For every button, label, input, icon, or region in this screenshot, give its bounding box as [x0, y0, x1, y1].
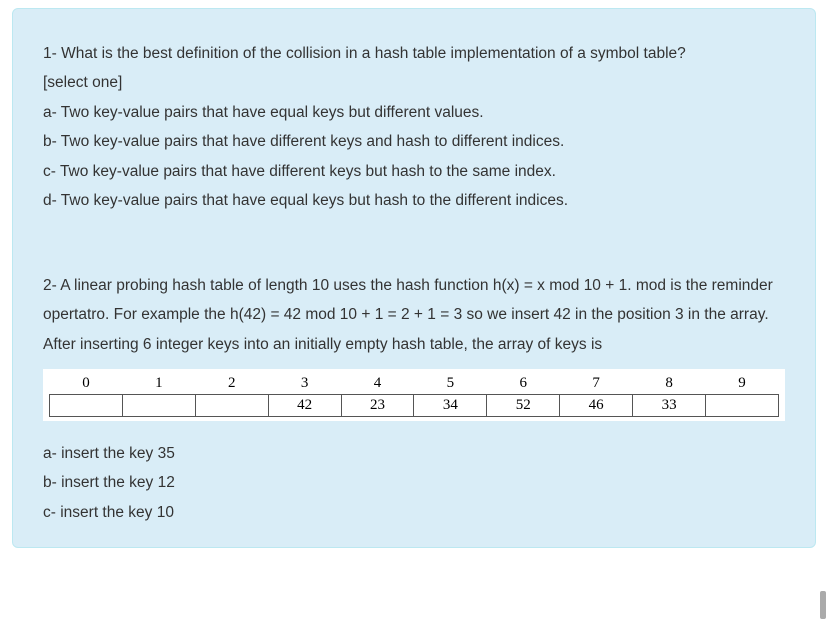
- table-value-cell: 23: [341, 394, 414, 416]
- question-1: 1- What is the best definition of the co…: [43, 39, 785, 216]
- table-value-cell: [122, 394, 195, 416]
- table-header-cell: 4: [341, 373, 414, 395]
- q2-subprompt: After inserting 6 integer keys into an i…: [43, 330, 785, 359]
- q1-instruction: [select one]: [43, 68, 785, 97]
- q1-option-a: a- Two key-value pairs that have equal k…: [43, 98, 785, 127]
- q1-option-d: d- Two key-value pairs that have equal k…: [43, 186, 785, 215]
- q2-option-a: a- insert the key 35: [43, 439, 785, 468]
- question-2: 2- A linear probing hash table of length…: [43, 271, 785, 528]
- table-value-cell: [706, 394, 779, 416]
- table-value-cell: [50, 394, 123, 416]
- q1-prompt: 1- What is the best definition of the co…: [43, 39, 785, 68]
- table-value-cell: [195, 394, 268, 416]
- table-header-cell: 8: [633, 373, 706, 395]
- q1-option-c: c- Two key-value pairs that have differe…: [43, 157, 785, 186]
- table-header-cell: 6: [487, 373, 560, 395]
- table-value-cell: 46: [560, 394, 633, 416]
- question-panel: 1- What is the best definition of the co…: [12, 8, 816, 548]
- hash-table-wrap: 0 1 2 3 4 5 6 7 8 9 42 23 34: [43, 369, 785, 421]
- scrollbar-thumb[interactable]: [820, 591, 826, 619]
- q1-option-b: b- Two key-value pairs that have differe…: [43, 127, 785, 156]
- table-header-cell: 5: [414, 373, 487, 395]
- table-value-cell: 42: [268, 394, 341, 416]
- table-header-cell: 9: [706, 373, 779, 395]
- table-value-cell: 33: [633, 394, 706, 416]
- q2-option-c: c- insert the key 10: [43, 498, 785, 527]
- q2-option-b: b- insert the key 12: [43, 468, 785, 497]
- table-header-cell: 1: [122, 373, 195, 395]
- q2-description: 2- A linear probing hash table of length…: [43, 271, 785, 330]
- table-header-row: 0 1 2 3 4 5 6 7 8 9: [50, 373, 779, 395]
- table-value-cell: 52: [487, 394, 560, 416]
- table-header-cell: 3: [268, 373, 341, 395]
- table-header-cell: 0: [50, 373, 123, 395]
- table-header-cell: 7: [560, 373, 633, 395]
- table-value-cell: 34: [414, 394, 487, 416]
- table-header-cell: 2: [195, 373, 268, 395]
- hash-table: 0 1 2 3 4 5 6 7 8 9 42 23 34: [49, 373, 779, 417]
- table-value-row: 42 23 34 52 46 33: [50, 394, 779, 416]
